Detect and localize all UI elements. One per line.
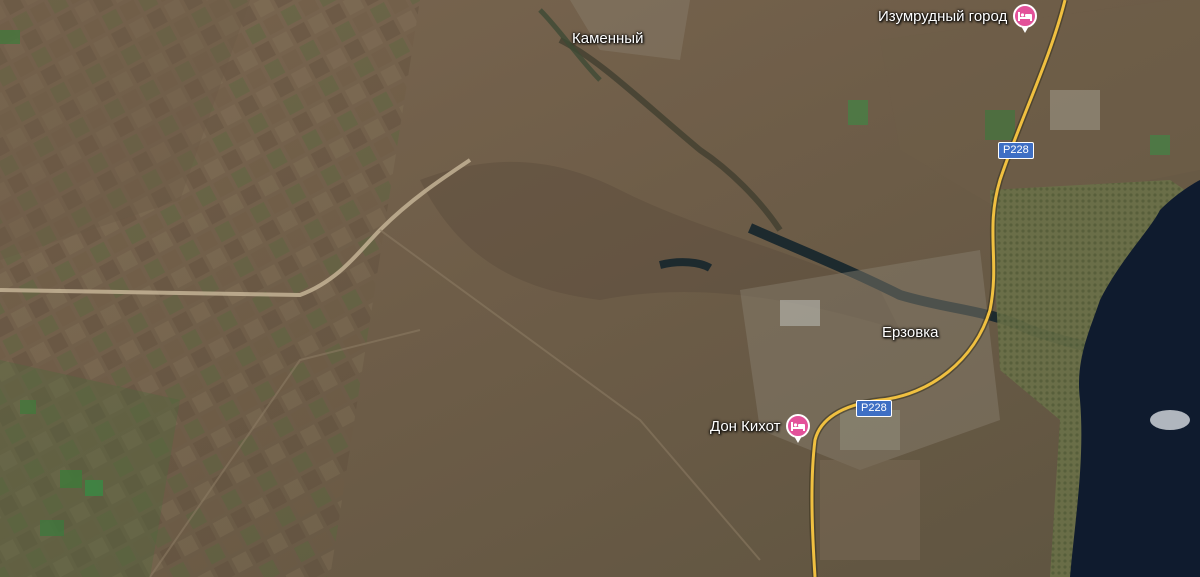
place-label-kamenny[interactable]: Каменный (572, 30, 643, 47)
poi-don-kikhot[interactable]: Дон Кихот (710, 414, 811, 443)
bed-icon (791, 422, 806, 431)
bed-icon (1018, 12, 1033, 21)
poi-label: Дон Кихот (710, 417, 781, 435)
hotel-pin[interactable] (786, 414, 811, 443)
road-shield-upper: Р228 (998, 142, 1034, 159)
satellite-map[interactable]: Каменный Ерзовка Изумрудный город Дон Ки… (0, 0, 1200, 577)
satellite-imagery (0, 0, 1200, 577)
poi-izumrudny-gorod[interactable]: Изумрудный город (878, 4, 1038, 33)
place-label-erzovka[interactable]: Ерзовка (882, 324, 938, 341)
hotel-pin[interactable] (1013, 4, 1038, 33)
road-shield-lower: Р228 (856, 400, 892, 417)
poi-label: Изумрудный город (878, 7, 1008, 25)
